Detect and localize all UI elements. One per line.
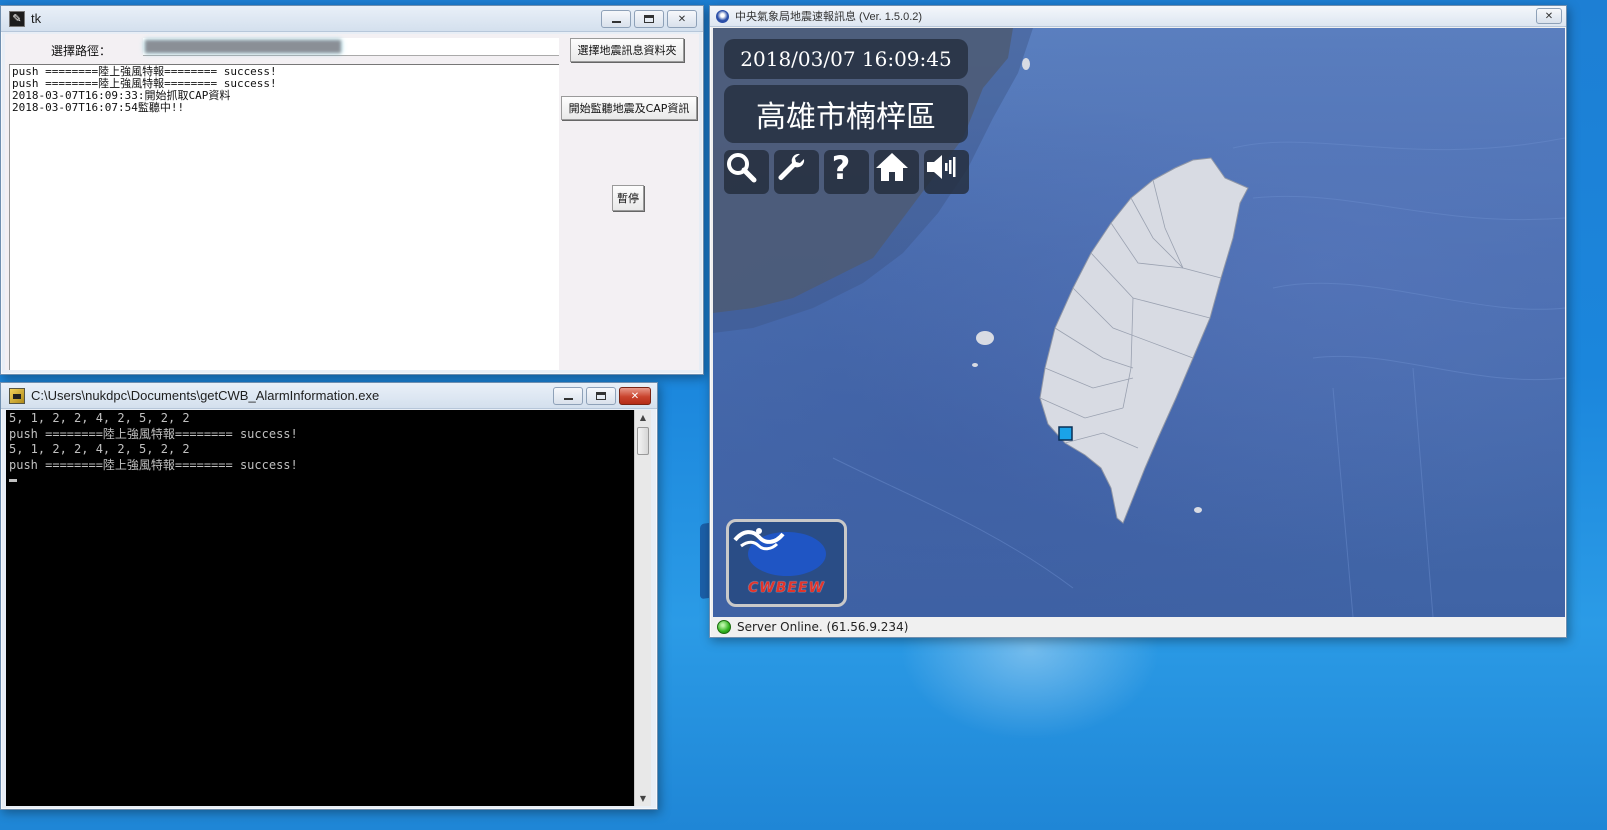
minimize-icon bbox=[611, 21, 621, 23]
console-app-icon bbox=[9, 387, 25, 404]
tk-feather-icon: ✎ bbox=[9, 10, 25, 27]
console-line: push ========陸上強風特報======== success! bbox=[9, 457, 298, 472]
console-line: push ========陸上強風特報======== success! bbox=[9, 426, 298, 441]
cwb-window-title: 中央氣象局地震速報訊息 (Ver. 1.5.0.2) bbox=[735, 11, 923, 23]
cwb-app-icon bbox=[716, 9, 729, 23]
logo-text: CWBEEW bbox=[748, 580, 825, 596]
settings-button[interactable] bbox=[774, 150, 819, 194]
small-island bbox=[1022, 58, 1030, 70]
cwbeew-logo: CWBEEW bbox=[726, 519, 847, 607]
location-marker bbox=[1058, 426, 1073, 441]
minimize-icon bbox=[563, 398, 573, 400]
wrench-icon bbox=[778, 153, 805, 180]
penghu-island bbox=[976, 331, 994, 345]
path-label: 選擇路徑： bbox=[51, 44, 112, 58]
tk-maximize-button[interactable] bbox=[634, 10, 664, 28]
cwb-emblem bbox=[733, 528, 826, 576]
help-button[interactable]: ? bbox=[824, 150, 869, 194]
log-line: 2018-03-07T16:07:54監聽中!! bbox=[12, 101, 185, 114]
location-display: 高雄市楠梓區 bbox=[724, 85, 968, 143]
tk-body: 選擇路徑： 選擇地震訊息資料夾 push ========陸上強風特報=====… bbox=[5, 34, 699, 370]
tk-window: ✎ tk ✕ 選擇路徑： 選擇地震訊息資料夾 push ========陸上強風… bbox=[0, 5, 704, 375]
home-button[interactable] bbox=[874, 150, 919, 194]
path-value-redacted bbox=[145, 40, 341, 53]
start-monitor-button[interactable]: 開始監聽地震及CAP資訊 bbox=[561, 96, 697, 120]
taiwan-island bbox=[1039, 157, 1249, 524]
status-bar: Server Online. (61.56.9.234) bbox=[713, 617, 1565, 637]
search-button[interactable] bbox=[724, 150, 769, 194]
scroll-thumb[interactable] bbox=[637, 427, 649, 455]
console-window: C:\Users\nukdpc\Documents\getCWB_AlarmIn… bbox=[0, 382, 658, 810]
maximize-icon bbox=[596, 392, 606, 400]
tk-minimize-button[interactable] bbox=[601, 10, 631, 28]
choose-folder-button[interactable]: 選擇地震訊息資料夾 bbox=[570, 38, 684, 62]
sound-button[interactable] bbox=[924, 150, 969, 194]
cwb-window: 中央氣象局地震速報訊息 (Ver. 1.5.0.2) ✕ 2018/03/07 … bbox=[709, 5, 1567, 638]
help-icon: ? bbox=[832, 150, 851, 184]
online-status-icon bbox=[717, 620, 731, 634]
home-icon bbox=[876, 153, 908, 181]
status-text: Server Online. (61.56.9.234) bbox=[737, 620, 909, 634]
speaker-icon bbox=[927, 155, 956, 179]
console-line: 5, 1, 2, 2, 4, 2, 5, 2, 2 bbox=[9, 442, 190, 456]
datetime-display: 2018/03/07 16:09:45 bbox=[724, 39, 968, 79]
close-icon: ✕ bbox=[630, 390, 640, 402]
scroll-down-arrow-icon[interactable]: ▼ bbox=[635, 791, 651, 806]
console-output[interactable]: 5, 1, 2, 2, 4, 2, 5, 2, 2 push ========陸上… bbox=[6, 410, 634, 806]
console-cursor bbox=[9, 479, 17, 482]
log-textarea[interactable]: push ========陸上強風特報======== success! push… bbox=[9, 64, 559, 370]
console-maximize-button[interactable] bbox=[586, 387, 616, 405]
svg-text:?: ? bbox=[832, 150, 851, 184]
small-island bbox=[972, 363, 978, 367]
close-icon: ✕ bbox=[677, 13, 687, 25]
console-window-title: C:\Users\nukdpc\Documents\getCWB_AlarmIn… bbox=[31, 388, 380, 403]
maximize-icon bbox=[644, 15, 654, 23]
tk-titlebar[interactable]: ✎ tk ✕ bbox=[1, 6, 703, 32]
cwb-close-button[interactable]: ✕ bbox=[1536, 8, 1562, 24]
small-island bbox=[1194, 507, 1202, 513]
console-minimize-button[interactable] bbox=[553, 387, 583, 405]
tk-window-title: tk bbox=[31, 11, 42, 26]
tk-close-button[interactable]: ✕ bbox=[667, 10, 697, 28]
console-close-button[interactable]: ✕ bbox=[619, 387, 651, 405]
close-icon: ✕ bbox=[1544, 10, 1554, 22]
pause-button[interactable]: 暫停 bbox=[612, 185, 644, 211]
cwb-titlebar[interactable]: 中央氣象局地震速報訊息 (Ver. 1.5.0.2) ✕ bbox=[710, 6, 1566, 27]
console-titlebar[interactable]: C:\Users\nukdpc\Documents\getCWB_AlarmIn… bbox=[1, 383, 657, 409]
path-input[interactable] bbox=[143, 38, 559, 56]
scroll-up-arrow-icon[interactable]: ▲ bbox=[635, 410, 651, 425]
taiwan-map[interactable]: 2018/03/07 16:09:45 高雄市楠梓區 ? CWBEEW bbox=[713, 28, 1565, 617]
cwb-swirl-icon bbox=[733, 528, 785, 551]
console-line: 5, 1, 2, 2, 4, 2, 5, 2, 2 bbox=[9, 411, 190, 425]
console-scrollbar[interactable]: ▲ ▼ bbox=[634, 410, 651, 806]
search-icon bbox=[727, 153, 757, 183]
